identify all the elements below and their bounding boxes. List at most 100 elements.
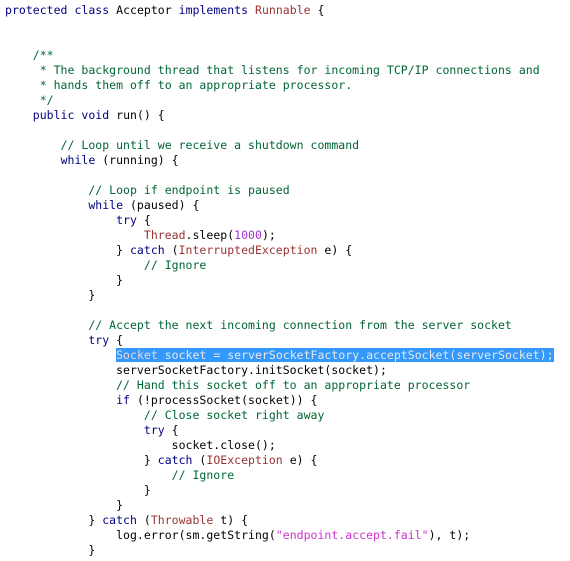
code-token-plain: } [5,453,158,467]
code-token-str: "endpoint.accept.fail" [275,528,429,542]
code-token-plain: } [5,483,151,497]
code-line[interactable]: } [5,498,570,513]
code-token-kw: public [32,108,75,122]
code-token-plain: (!processSocket(socket)) { [130,393,318,407]
code-line-selected[interactable]: Socket socket = serverSocketFactory.acce… [5,348,570,363]
code-token-type: Thread [143,228,186,242]
code-token-cmt: // Hand this socket off to an appropriat… [5,378,471,392]
code-token-kw: void [81,108,110,122]
code-token-plain: } [5,273,124,287]
code-token-kw: catch [129,243,165,257]
code-line[interactable]: // Loop until we receive a shutdown comm… [5,138,570,153]
code-line[interactable]: // Loop if endpoint is paused [5,183,570,198]
code-content[interactable]: protected class Acceptor implements Runn… [5,3,570,558]
code-token-plain: e) { [282,453,318,467]
code-line[interactable]: } catch (Throwable t) { [5,513,570,528]
code-line[interactable]: // Ignore [5,258,570,273]
code-token-type: Throwable [150,513,214,527]
code-token-plain: { [164,423,179,437]
code-line[interactable]: if (!processSocket(socket)) { [5,393,570,408]
code-line[interactable]: // Hand this socket off to an appropriat… [5,378,570,393]
code-token-cmt: /** [5,48,54,62]
code-token-plain: ( [136,513,151,527]
code-token-type: Runnable [255,3,311,17]
code-token-cmt: * The background thread that listens for… [5,63,540,77]
code-line[interactable]: } [5,288,570,303]
code-token-plain: (paused) { [123,198,200,212]
code-line[interactable]: socket.close(); [5,438,570,453]
code-line[interactable]: log.error(sm.getString("endpoint.accept.… [5,528,570,543]
code-token-cmt: * hands them off to an appropriate proce… [5,78,353,92]
code-token-plain: run() { [109,108,165,122]
selection-highlight[interactable]: Socket socket = serverSocketFactory.acce… [116,348,554,362]
code-token-cmt: // Accept the next incoming connection f… [5,318,512,332]
code-line[interactable]: } [5,273,570,288]
code-line[interactable]: protected class Acceptor implements Runn… [5,3,570,18]
code-token-plain: } [5,513,103,527]
code-token-plain: Acceptor [116,3,172,17]
code-line[interactable]: try { [5,213,570,228]
code-token-plain: { [109,333,124,347]
code-token-kw: while [88,198,124,212]
code-line[interactable]: } catch (IOException e) { [5,453,570,468]
code-token-plain: log.error(sm.getString( [5,528,276,542]
code-line[interactable]: try { [5,333,570,348]
code-token-kw: try [143,423,165,437]
code-token-num: 1000 [234,228,262,242]
code-token-kw: try [88,333,110,347]
code-token-plain: socket = serverSocketFactory.acceptSocke… [157,348,554,362]
code-token-cmt: // Ignore [5,258,207,272]
code-token-kw: protected [5,3,68,17]
code-token-plain: { [136,213,151,227]
code-token-plain: ( [164,243,179,257]
code-line[interactable]: public void run() { [5,108,570,123]
code-token-kw: try [116,213,137,227]
code-editor-viewport[interactable]: protected class Acceptor implements Runn… [0,0,570,561]
code-token-plain: e) { [317,243,353,257]
code-line[interactable]: try { [5,423,570,438]
code-token-kw: class [74,3,110,17]
code-token-plain: { [310,3,325,17]
code-line[interactable]: } catch (InterruptedException e) { [5,243,570,258]
code-line[interactable]: Thread.sleep(1000); [5,228,570,243]
code-token-cmt: // Close socket right away [5,408,325,422]
code-line[interactable]: // Accept the next incoming connection f… [5,318,570,333]
code-token-plain: .sleep( [185,228,235,242]
code-line[interactable]: while (paused) { [5,198,570,213]
code-token-plain: ( [192,453,207,467]
code-line[interactable]: * The background thread that listens for… [5,63,570,78]
code-line[interactable]: serverSocketFactory.initSocket(socket); [5,363,570,378]
code-line[interactable]: while (running) { [5,153,570,168]
code-line[interactable]: * hands them off to an appropriate proce… [5,78,570,93]
code-line[interactable]: } [5,543,570,558]
code-token-type: IOException [206,453,283,467]
code-token-cmt: // Loop if endpoint is paused [5,183,290,197]
code-line[interactable]: // Ignore [5,468,570,483]
code-token-plain: socket.close(); [5,438,276,452]
code-line[interactable]: /** [5,48,570,63]
code-line[interactable]: } [5,483,570,498]
code-token-cmt: */ [5,93,54,107]
code-token-kw: catch [102,513,137,527]
code-line[interactable]: // Close socket right away [5,408,570,423]
code-line[interactable]: */ [5,93,570,108]
code-token-kw: if [116,393,130,407]
code-token-plain: } [5,243,130,257]
code-token-plain: ); [261,228,276,242]
code-token-plain: serverSocketFactory.initSocket(socket); [5,363,387,377]
code-token-type: InterruptedException [178,243,318,257]
